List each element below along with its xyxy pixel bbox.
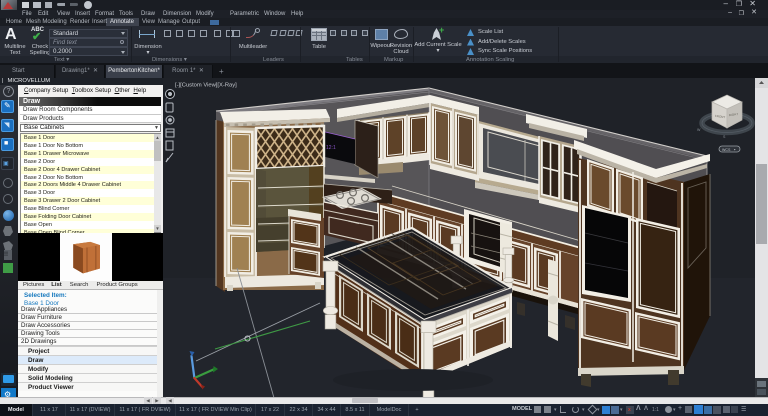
svg-text:12:1: 12:1 <box>326 145 336 151</box>
svg-text:W: W <box>697 128 701 132</box>
svg-text:WCS: WCS <box>722 148 731 152</box>
svg-text:[-][Custom View][X-Ray]: [-][Custom View][X-Ray] <box>175 83 237 89</box>
